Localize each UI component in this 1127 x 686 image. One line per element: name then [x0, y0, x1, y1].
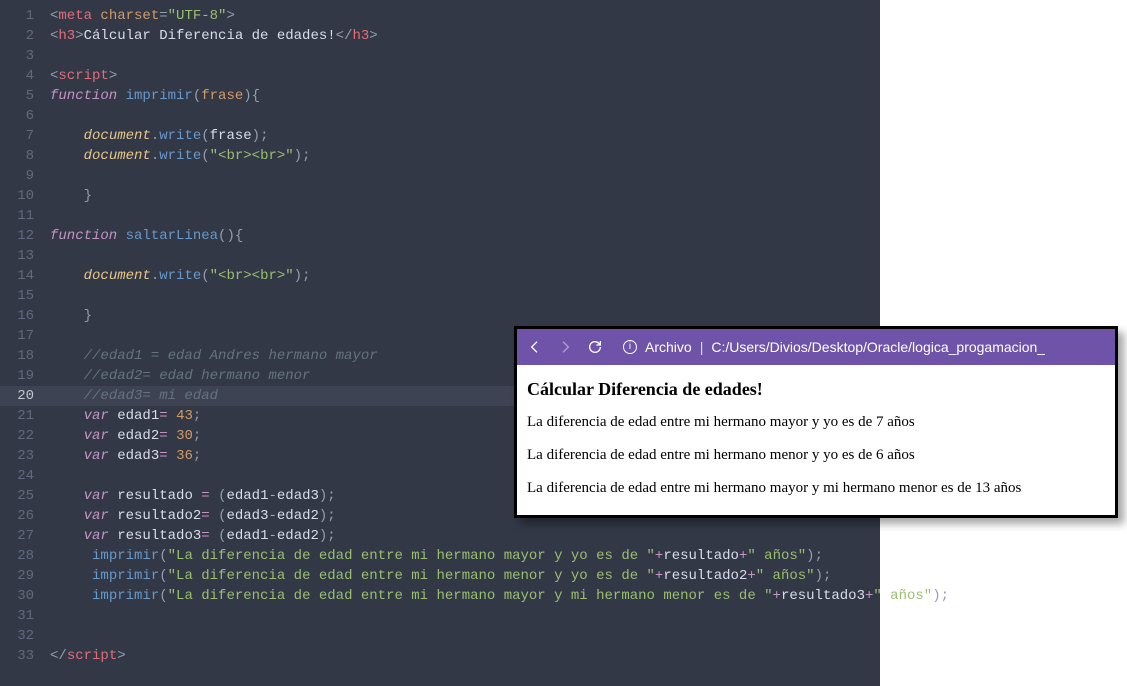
line-number: 30	[0, 586, 34, 606]
line-number: 27	[0, 526, 34, 546]
code-line[interactable]: }	[50, 186, 949, 206]
reload-button[interactable]	[587, 339, 603, 355]
info-icon: i	[623, 340, 637, 354]
line-number: 13	[0, 246, 34, 266]
line-number-gutter: 1234567891011121314151617181920212223242…	[0, 0, 44, 686]
line-number: 15	[0, 286, 34, 306]
line-number: 7	[0, 126, 34, 146]
output-line: La diferencia de edad entre mi hermano m…	[527, 414, 1105, 431]
line-number: 19	[0, 366, 34, 386]
line-number: 24	[0, 466, 34, 486]
code-line[interactable]: document.write("<br><br>");	[50, 146, 949, 166]
line-number: 2	[0, 26, 34, 46]
address-separator: |	[700, 339, 704, 355]
line-number: 32	[0, 626, 34, 646]
code-line[interactable]	[50, 166, 949, 186]
code-line[interactable]: </script>	[50, 646, 949, 666]
code-line[interactable]: imprimir("La diferencia de edad entre mi…	[50, 566, 949, 586]
line-number: 29	[0, 566, 34, 586]
code-line[interactable]: }	[50, 306, 949, 326]
line-number: 5	[0, 86, 34, 106]
address-bar[interactable]: i Archivo | C:/Users/Divios/Desktop/Orac…	[623, 339, 1045, 355]
browser-window: i Archivo | C:/Users/Divios/Desktop/Orac…	[514, 326, 1118, 518]
code-line[interactable]	[50, 106, 949, 126]
line-number: 31	[0, 606, 34, 626]
line-number: 6	[0, 106, 34, 126]
line-number: 11	[0, 206, 34, 226]
line-number: 17	[0, 326, 34, 346]
code-line[interactable]: function saltarLinea(){	[50, 226, 949, 246]
forward-button[interactable]	[557, 339, 573, 355]
code-line[interactable]: <h3>Cálcular Diferencia de edades!</h3>	[50, 26, 949, 46]
code-line[interactable]	[50, 206, 949, 226]
line-number: 33	[0, 646, 34, 666]
code-line[interactable]: <script>	[50, 66, 949, 86]
line-number: 16	[0, 306, 34, 326]
code-line[interactable]: imprimir("La diferencia de edad entre mi…	[50, 586, 949, 606]
code-line[interactable]	[50, 246, 949, 266]
line-number: 20	[0, 386, 44, 406]
back-button[interactable]	[527, 339, 543, 355]
code-line[interactable]: var resultado3= (edad1-edad2);	[50, 526, 949, 546]
line-number: 18	[0, 346, 34, 366]
code-line[interactable]: document.write(frase);	[50, 126, 949, 146]
output-line: La diferencia de edad entre mi hermano m…	[527, 447, 1105, 464]
line-number: 10	[0, 186, 34, 206]
line-number: 22	[0, 426, 34, 446]
address-scheme-label: Archivo	[645, 339, 692, 355]
browser-toolbar: i Archivo | C:/Users/Divios/Desktop/Orac…	[517, 329, 1115, 365]
code-line[interactable]	[50, 46, 949, 66]
code-line[interactable]	[50, 606, 949, 626]
line-number: 26	[0, 506, 34, 526]
code-line[interactable]: imprimir("La diferencia de edad entre mi…	[50, 546, 949, 566]
line-number: 25	[0, 486, 34, 506]
line-number: 3	[0, 46, 34, 66]
address-path: C:/Users/Divios/Desktop/Oracle/logica_pr…	[711, 339, 1045, 355]
code-line[interactable]: function imprimir(frase){	[50, 86, 949, 106]
line-number: 4	[0, 66, 34, 86]
code-line[interactable]	[50, 626, 949, 646]
page-heading: Cálcular Diferencia de edades!	[527, 379, 1105, 400]
line-number: 8	[0, 146, 34, 166]
line-number: 9	[0, 166, 34, 186]
code-line[interactable]: <meta charset="UTF-8">	[50, 6, 949, 26]
line-number: 1	[0, 6, 34, 26]
line-number: 12	[0, 226, 34, 246]
line-number: 14	[0, 266, 34, 286]
code-line[interactable]: document.write("<br><br>");	[50, 266, 949, 286]
code-line[interactable]	[50, 286, 949, 306]
line-number: 23	[0, 446, 34, 466]
browser-content: Cálcular Diferencia de edades! La difere…	[517, 365, 1115, 515]
line-number: 21	[0, 406, 34, 426]
line-number: 28	[0, 546, 34, 566]
output-line: La diferencia de edad entre mi hermano m…	[527, 480, 1105, 497]
